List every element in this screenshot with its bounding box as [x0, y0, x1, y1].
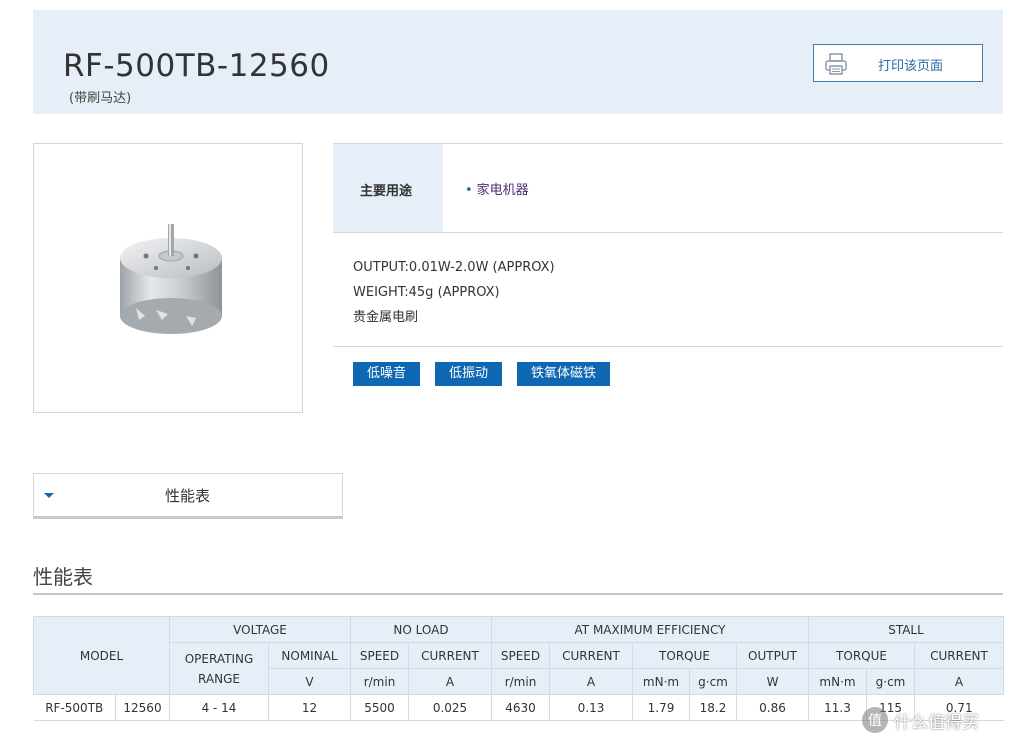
- watermark-logo-icon: 值: [862, 707, 888, 733]
- cell-variant: 12560: [115, 694, 170, 721]
- header-nl-current: CURRENT: [408, 642, 493, 669]
- section-divider: [33, 593, 1003, 595]
- print-page-button[interactable]: 打印该页面: [813, 44, 983, 82]
- watermark-text: 什么值得买: [894, 712, 979, 733]
- header-me-torque: TORQUE: [632, 642, 738, 669]
- header-me-current: CURRENT: [549, 642, 634, 669]
- header-me-output: OUTPUT: [736, 642, 810, 669]
- product-header: RF-500TB-12560 (带刷马达) 打印该页面: [33, 10, 1003, 114]
- header-max-efficiency: AT MAXIMUM EFFICIENCY: [491, 616, 810, 643]
- spec-weight: WEIGHT:45g (APPROX): [353, 285, 500, 300]
- caret-down-icon: [44, 493, 54, 498]
- header-model: MODEL: [33, 616, 170, 695]
- main-use-label: 主要用途: [360, 184, 413, 199]
- table-row: RF-500TB 12560 4 - 14 12 5500 0.025 4630…: [33, 694, 1004, 721]
- cell-nominal: 12: [268, 694, 352, 721]
- watermark: 值 什么值得买: [862, 707, 979, 733]
- header-st-current: CURRENT: [914, 642, 1005, 669]
- main-use-label-cell: 主要用途: [333, 144, 443, 232]
- cell-me-current: 0.13: [549, 694, 634, 721]
- feature-tags: 低噪音 低振动 铁氧体磁铁: [353, 362, 611, 386]
- bullet-icon: •: [465, 183, 473, 198]
- header-no-load: NO LOAD: [350, 616, 493, 643]
- unit-me-torque-gcm: g·cm: [689, 668, 738, 695]
- page-title: RF-500TB-12560: [63, 48, 330, 84]
- tag-ferrite-magnet[interactable]: 铁氧体磁铁: [517, 362, 611, 386]
- cell-operating-range: 4 - 14: [169, 694, 269, 721]
- unit-nominal: V: [267, 668, 352, 695]
- unit-st-torque-gcm: g·cm: [866, 668, 916, 695]
- cell-st-torque-mnm: 11.3: [808, 694, 868, 721]
- unit-me-current: A: [549, 668, 634, 695]
- spec-output: OUTPUT:0.01W-2.0W (APPROX): [353, 260, 555, 275]
- cell-nl-speed: 5500: [350, 694, 410, 721]
- unit-me-output: W: [736, 668, 810, 695]
- section-title: 性能表: [33, 565, 93, 589]
- motor-image: [120, 224, 222, 334]
- divider: [333, 346, 1003, 347]
- cell-me-torque-gcm: 18.2: [689, 694, 738, 721]
- header-operating-range: OPERATING RANGE: [169, 642, 269, 695]
- header-me-speed: SPEED: [491, 642, 551, 669]
- table-header-row: MODEL VOLTAGE NO LOAD AT MAXIMUM EFFICIE…: [33, 616, 1005, 695]
- print-button-label: 打印该页面: [878, 59, 944, 74]
- performance-table: MODEL VOLTAGE NO LOAD AT MAXIMUM EFFICIE…: [33, 616, 1005, 721]
- header-nominal: NOMINAL: [267, 642, 352, 669]
- product-image-frame: [33, 143, 303, 413]
- header-st-torque: TORQUE: [808, 642, 916, 669]
- spec-lines: OUTPUT:0.01W-2.0W (APPROX) WEIGHT:45g (A…: [353, 255, 555, 330]
- performance-accordion[interactable]: 性能表: [33, 473, 343, 519]
- unit-st-torque-mnm: mN·m: [808, 668, 868, 695]
- tag-low-vibration[interactable]: 低振动: [435, 362, 503, 386]
- unit-st-current: A: [914, 668, 1005, 695]
- accordion-label: 性能表: [165, 487, 211, 505]
- cell-me-torque-mnm: 1.79: [632, 694, 691, 721]
- main-use-item-label: 家电机器: [476, 183, 529, 198]
- main-use-item[interactable]: • 家电机器: [465, 179, 529, 198]
- table-subheader-row: OPERATING RANGE NOMINAL SPEED CURRENT SP…: [34, 642, 1005, 695]
- unit-me-speed: r/min: [491, 668, 551, 695]
- spec-brush: 贵金属电刷: [353, 310, 419, 325]
- tag-low-noise[interactable]: 低噪音: [353, 362, 421, 386]
- unit-nl-current: A: [408, 668, 493, 695]
- unit-nl-speed: r/min: [350, 668, 410, 695]
- cell-model: RF-500TB: [33, 694, 116, 721]
- header-voltage: VOLTAGE: [168, 616, 352, 643]
- unit-me-torque-mnm: mN·m: [632, 668, 691, 695]
- header-nl-speed: SPEED: [350, 642, 410, 669]
- main-use-row: 主要用途 • 家电机器: [333, 143, 1003, 233]
- header-stall: STALL: [808, 616, 1005, 643]
- cell-me-speed: 4630: [491, 694, 551, 721]
- page-subtitle: (带刷马达): [69, 91, 132, 106]
- printer-icon: [825, 53, 847, 75]
- cell-me-output: 0.86: [736, 694, 810, 721]
- cell-nl-current: 0.025: [408, 694, 493, 721]
